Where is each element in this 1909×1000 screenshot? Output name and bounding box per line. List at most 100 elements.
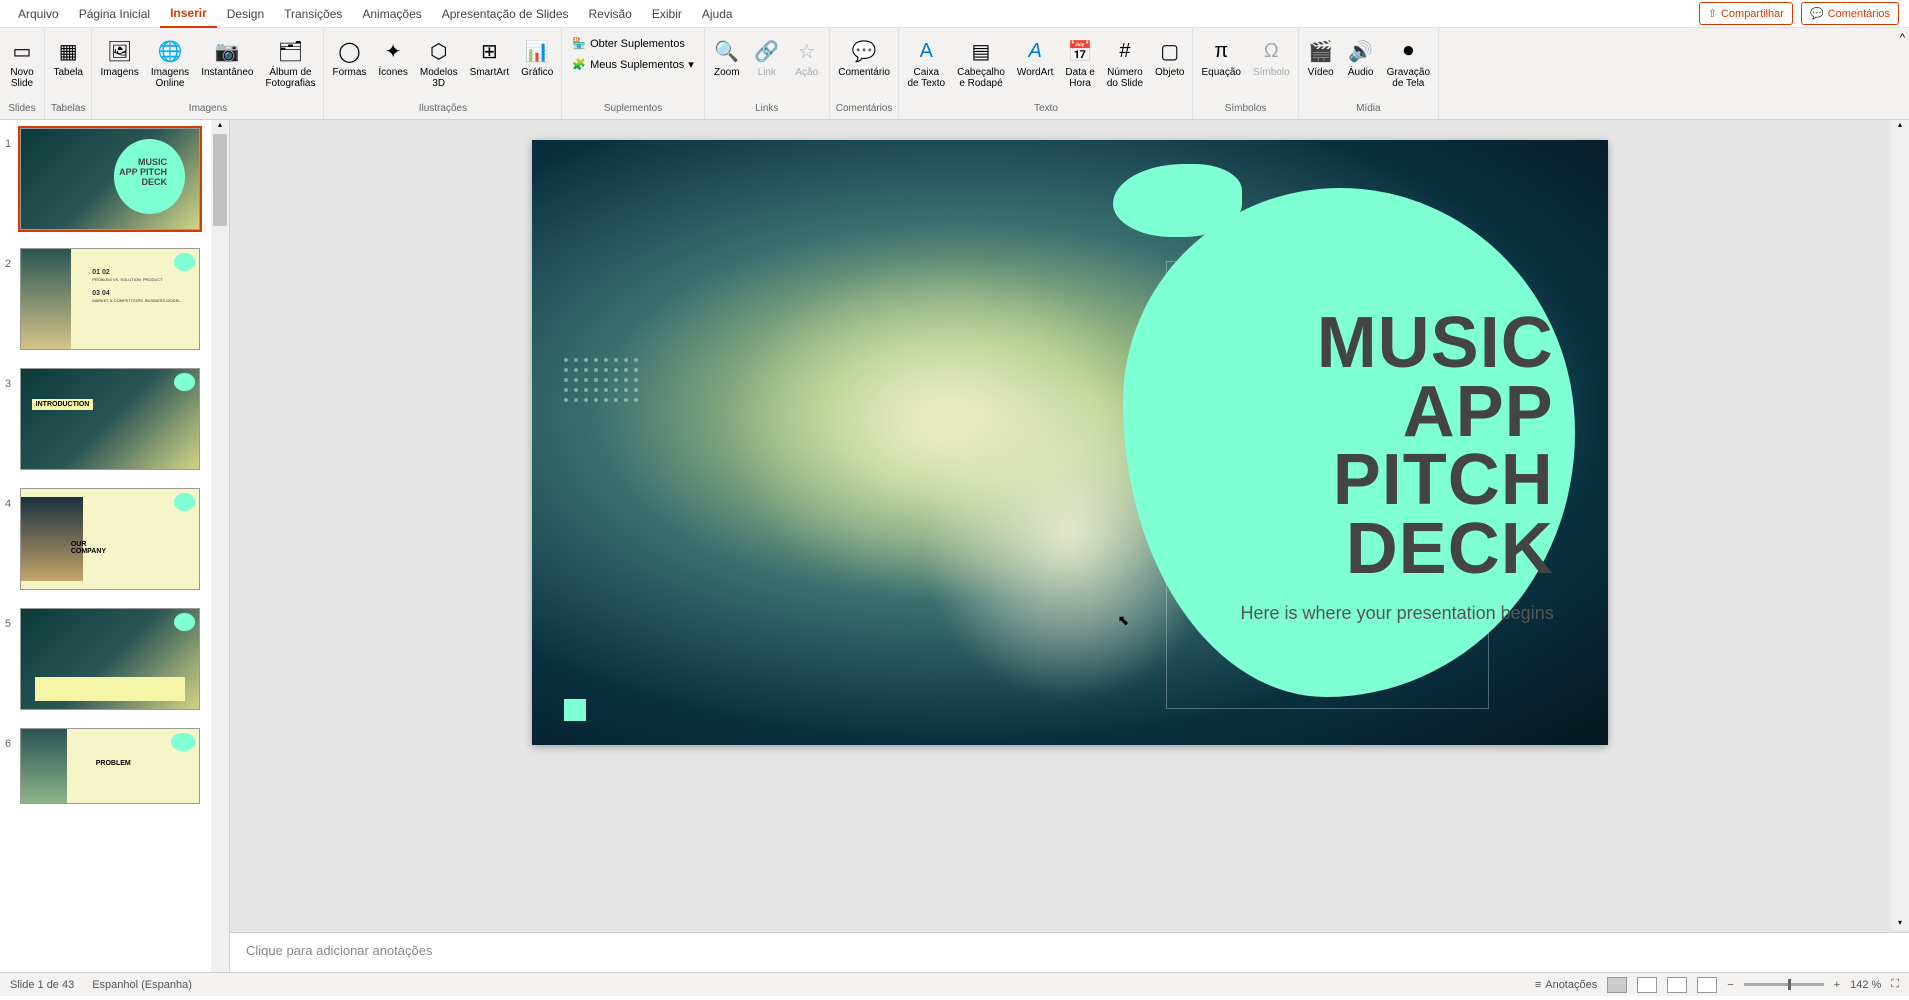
canvas-area: MUSIC APP PITCH DECK Here is where your … [230,120,1909,972]
symbol-button[interactable]: ΩSímbolo [1251,35,1292,80]
chart-icon: 📊 [523,37,551,65]
title-line-1: MUSIC [1188,309,1554,377]
canvas-scrollbar[interactable]: ▴ ▾ [1891,120,1909,930]
thumbnail-3[interactable]: INTRODUCTION [20,368,200,470]
comment-button[interactable]: 💬Comentário [836,35,892,80]
group-slides-label: Slides [8,103,35,116]
slide-number-2: 2 [5,258,11,378]
status-language[interactable]: Espanhol (Espanha) [92,979,192,991]
chevron-up-icon: ^ [1900,32,1905,44]
screenrec-label: Gravaçãode Tela [1387,67,1430,89]
action-icon: ☆ [793,37,821,65]
chart-button[interactable]: 📊 Gráfico [519,35,555,80]
action-button[interactable]: ☆Ação [791,35,823,80]
images-button[interactable]: 🖼Imagens [98,35,140,80]
shapes-button[interactable]: ◯Formas [330,35,368,80]
models3d-button[interactable]: ⬡Modelos3D [418,35,460,91]
tab-transicoes[interactable]: Transições [274,1,352,27]
notes-icon: ≡ [1535,979,1541,991]
link-button[interactable]: 🔗Link [751,35,783,80]
group-texto-label: Texto [1034,103,1058,116]
new-slide-icon: ▭ [8,37,36,65]
notes-area[interactable]: Clique para adicionar anotações [230,932,1909,972]
view-reading-button[interactable] [1667,977,1687,993]
group-suplementos-label: Suplementos [604,103,662,116]
tab-ajuda[interactable]: Ajuda [692,1,743,27]
link-icon: 🔗 [753,37,781,65]
tab-exibir[interactable]: Exibir [642,1,692,27]
video-button[interactable]: 🎬Vídeo [1305,35,1337,80]
group-simbolos-label: Símbolos [1225,103,1267,116]
zoom-label: Zoom [714,67,740,78]
notes-placeholder: Clique para adicionar anotações [246,943,432,958]
smartart-button[interactable]: ⊞SmartArt [468,35,511,80]
cursor-icon: ⬉ [1118,612,1130,629]
album-button[interactable]: 🗂Álbum deFotografias [263,35,317,91]
tab-pagina-inicial[interactable]: Página Inicial [69,1,160,27]
screenshot-button[interactable]: 📷Instantâneo [199,35,255,80]
thumbnail-4[interactable]: OURCOMPANY [20,488,200,590]
status-slide-count: Slide 1 de 43 [10,979,74,991]
object-label: Objeto [1155,67,1184,78]
table-icon: ▦ [54,37,82,65]
slide-number-1: 1 [5,138,11,258]
my-addins-label: Meus Suplementos [590,59,684,71]
thumbnail-5[interactable] [20,608,200,710]
wordart-button[interactable]: AWordArt [1015,35,1056,80]
collapse-ribbon-button[interactable]: ^ [1896,28,1909,119]
icons-label: Ícones [378,67,407,78]
chart-label: Gráfico [521,67,553,78]
notes-toggle[interactable]: ≡ Anotações [1535,979,1597,991]
header-footer-icon: ▤ [967,37,995,65]
slidenumber-button[interactable]: #Númerodo Slide [1105,35,1145,91]
comment-icon: 💬 [1810,7,1824,20]
textbox-icon: A [912,37,940,65]
main-area: 1 2 3 4 5 6 MUSICAPP PITCHDECK 01 02 PRO… [0,120,1909,972]
store-icon: 🏪 [572,37,586,50]
tab-design[interactable]: Design [217,1,274,27]
zoom-in-button[interactable]: + [1834,979,1840,991]
group-tabelas-label: Tabelas [51,103,85,116]
textbox-label: Caixade Texto [907,67,945,89]
header-footer-button[interactable]: ▤Cabeçalhoe Rodapé [955,35,1007,91]
share-button[interactable]: ⇧ Compartilhar [1699,2,1793,25]
slide-canvas[interactable]: MUSIC APP PITCH DECK Here is where your … [532,140,1608,745]
zoom-slider[interactable] [1744,983,1824,986]
screenrec-button[interactable]: ⏺Gravaçãode Tela [1385,35,1432,91]
tab-revisao[interactable]: Revisão [579,1,642,27]
my-addins-button[interactable]: 🧩Meus Suplementos▾ [568,56,697,73]
models3d-icon: ⬡ [425,37,453,65]
view-slideshow-button[interactable] [1697,977,1717,993]
online-images-button[interactable]: 🌐ImagensOnline [149,35,191,91]
new-slide-button[interactable]: ▭ NovoSlide [6,35,38,91]
zoom-button[interactable]: 🔍Zoom [711,35,743,80]
title-area[interactable]: MUSIC APP PITCH DECK Here is where your … [1188,309,1554,624]
thumbnails-scrollbar[interactable]: ▴ [211,120,229,972]
title-line-3: DECK [1188,515,1554,583]
object-button[interactable]: ▢Objeto [1153,35,1186,80]
comments-button[interactable]: 💬 Comentários [1801,2,1899,25]
datetime-button[interactable]: 📅Data eHora [1063,35,1096,91]
comment-bubble-icon: 💬 [850,37,878,65]
icons-button[interactable]: ✦Ícones [376,35,409,80]
get-addins-label: Obter Suplementos [590,38,685,50]
textbox-button[interactable]: ACaixade Texto [905,35,947,91]
thumbnail-2[interactable]: 01 02 PROBLEM VS. SOLUTION PRODUCT 03 04… [20,248,200,350]
audio-button[interactable]: 🔊Áudio [1345,35,1377,80]
zoom-value[interactable]: 142 % [1850,979,1881,991]
zoom-handle[interactable] [1788,979,1791,990]
view-normal-button[interactable] [1607,977,1627,993]
table-button[interactable]: ▦ Tabela [52,35,85,80]
tab-inserir[interactable]: Inserir [160,0,217,28]
tab-animacoes[interactable]: Animações [352,1,431,27]
get-addins-button[interactable]: 🏪 Obter Suplementos [568,35,697,52]
fit-window-button[interactable]: ⛶ [1891,978,1899,991]
zoom-out-button[interactable]: − [1727,979,1733,991]
equation-button[interactable]: πEquação [1199,35,1242,80]
view-sorter-button[interactable] [1637,977,1657,993]
tab-apresentacao[interactable]: Apresentação de Slides [432,1,579,27]
thumbnail-1[interactable]: MUSICAPP PITCHDECK [20,128,200,230]
thumbnail-6[interactable]: PROBLEM [20,728,200,804]
tab-arquivo[interactable]: Arquivo [8,1,69,27]
table-label: Tabela [54,67,83,78]
